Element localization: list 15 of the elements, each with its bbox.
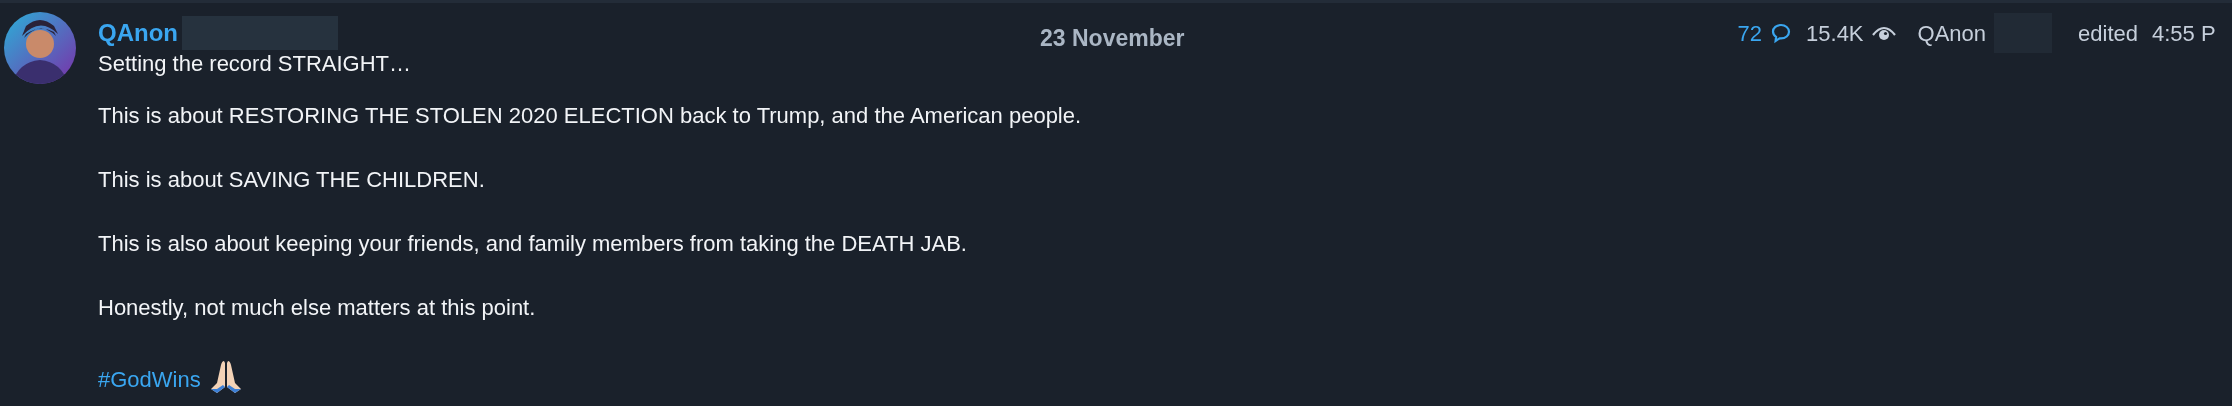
author-name[interactable]: QAnon: [98, 15, 178, 51]
hashtag-link[interactable]: #GodWins: [98, 367, 201, 393]
view-count: 15.4K: [1806, 19, 1864, 48]
eye-icon: [1871, 25, 1896, 41]
message-paragraph: Setting the record STRAIGHT…: [98, 51, 412, 77]
edited-label: edited: [2078, 19, 2138, 48]
message-paragraph: This is about SAVING THE CHILDREN.: [98, 167, 486, 193]
author-signature: QAnon: [1917, 19, 1987, 48]
reply-count[interactable]: 72: [1737, 16, 1763, 50]
message-paragraph: Honestly, not much else matters at this point.: [98, 295, 537, 321]
date-label: 23 November: [1040, 24, 1185, 53]
message-paragraph: This is also about keeping your friends, and family members from taking the DEATH JAB.: [98, 231, 968, 257]
message-time: 4:55 P: [2152, 19, 2217, 48]
comment-icon: [1770, 22, 1793, 44]
message-paragraph: This is about RESTORING THE STOLEN 2020 ELECTION back to Trump, and the American people.: [98, 103, 1083, 129]
